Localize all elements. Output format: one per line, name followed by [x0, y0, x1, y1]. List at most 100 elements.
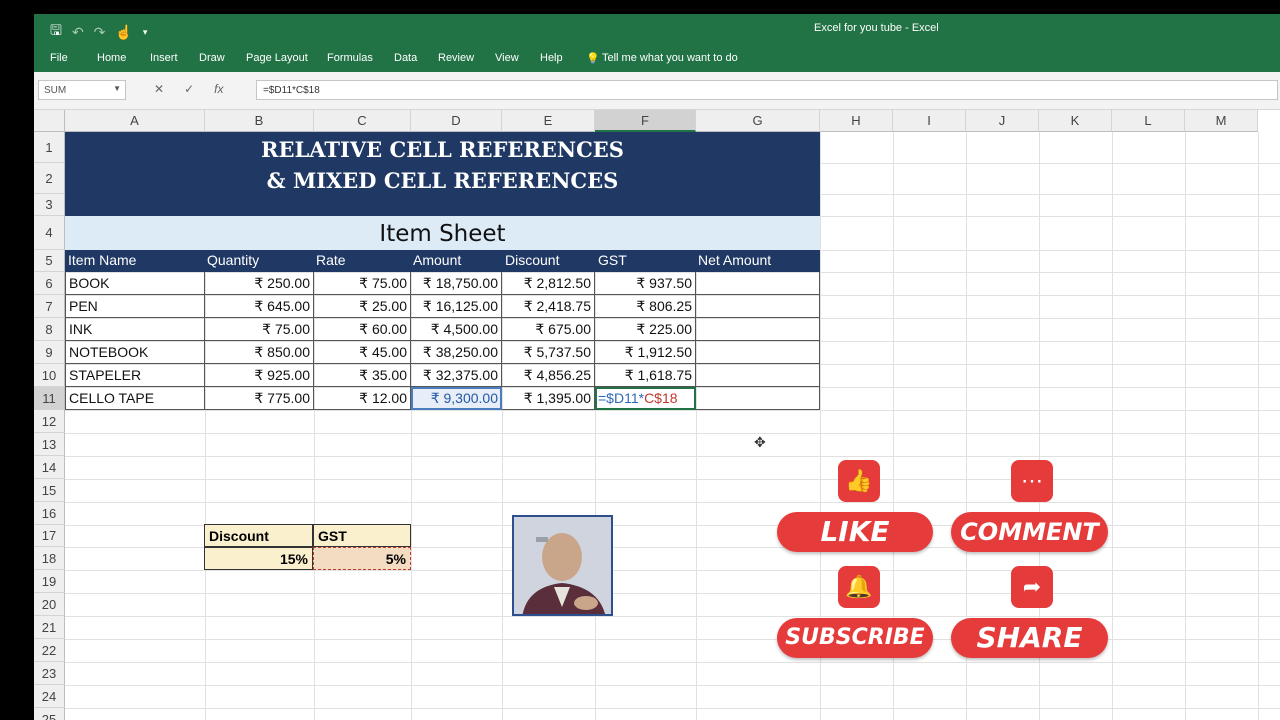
column-header-c[interactable]: C	[314, 110, 411, 132]
tab-review[interactable]: Review	[438, 52, 474, 64]
row-header-18[interactable]: 18	[34, 547, 65, 570]
cell-rate[interactable]: ₹ 75.00	[314, 272, 411, 295]
column-header-e[interactable]: E	[502, 110, 595, 132]
redo-icon[interactable]: ↷	[94, 24, 106, 41]
row-header-22[interactable]: 22	[34, 639, 65, 662]
cell-rate[interactable]: ₹ 60.00	[314, 318, 411, 341]
row-header-2[interactable]: 2	[34, 163, 65, 194]
cell-amount[interactable]: ₹ 38,250.00	[411, 341, 502, 364]
select-all-corner[interactable]	[34, 110, 65, 132]
cell-amount[interactable]: ₹ 16,125.00	[411, 295, 502, 318]
cell-net-amount[interactable]	[696, 272, 820, 295]
column-header-b[interactable]: B	[205, 110, 314, 132]
cell-rate[interactable]: ₹ 12.00	[314, 387, 411, 410]
row-header-21[interactable]: 21	[34, 616, 65, 639]
tab-home[interactable]: Home	[97, 52, 126, 64]
row-header-20[interactable]: 20	[34, 593, 65, 616]
row-header-14[interactable]: 14	[34, 456, 65, 479]
column-header-k[interactable]: K	[1039, 110, 1112, 132]
cell-discount[interactable]: ₹ 5,737.50	[502, 341, 595, 364]
chevron-down-icon[interactable]: ▼	[113, 84, 121, 93]
column-header-i[interactable]: I	[893, 110, 966, 132]
cell-quantity[interactable]: ₹ 850.00	[205, 341, 314, 364]
row-header-11[interactable]: 11	[34, 387, 65, 410]
column-header-h[interactable]: H	[820, 110, 893, 132]
cell-item-name[interactable]: PEN	[65, 295, 205, 318]
row-header-23[interactable]: 23	[34, 662, 65, 685]
cell-gst[interactable]: ₹ 806.25	[595, 295, 696, 318]
tab-insert[interactable]: Insert	[150, 52, 178, 64]
row-header-1[interactable]: 1	[34, 132, 65, 163]
comment-icon[interactable]: ⋯	[1011, 460, 1053, 502]
cell-amount[interactable]: ₹ 32,375.00	[411, 364, 502, 387]
cell-gst[interactable]: ₹ 1,618.75	[595, 364, 696, 387]
customize-qat-icon[interactable]: ▾	[143, 27, 148, 38]
cell-gst[interactable]: ₹ 937.50	[595, 272, 696, 295]
row-header-6[interactable]: 6	[34, 272, 65, 295]
like-button[interactable]: LIKE	[777, 512, 933, 552]
touch-mode-icon[interactable]: ☝	[115, 24, 132, 41]
cell-net-amount[interactable]	[696, 364, 820, 387]
row-header-4[interactable]: 4	[34, 216, 65, 250]
tab-data[interactable]: Data	[394, 52, 417, 64]
gst-label-cell[interactable]: GST	[313, 524, 411, 547]
row-header-19[interactable]: 19	[34, 570, 65, 593]
column-header-f[interactable]: F	[595, 110, 696, 132]
tab-file[interactable]: File	[50, 52, 68, 64]
cell-discount[interactable]: ₹ 2,418.75	[502, 295, 595, 318]
column-header-g[interactable]: G	[696, 110, 820, 132]
cell-quantity[interactable]: ₹ 645.00	[205, 295, 314, 318]
row-header-16[interactable]: 16	[34, 502, 65, 525]
gst-rate-cell[interactable]: 5%	[313, 547, 411, 570]
column-header-j[interactable]: J	[966, 110, 1039, 132]
tab-help[interactable]: Help	[540, 52, 563, 64]
cell-quantity[interactable]: ₹ 775.00	[205, 387, 314, 410]
row-header-12[interactable]: 12	[34, 410, 65, 433]
cell-discount[interactable]: ₹ 2,812.50	[502, 272, 595, 295]
worksheet-grid[interactable]: RELATIVE CELL REFERENCES & MIXED CELL RE…	[34, 110, 1280, 720]
cell-item-name[interactable]: STAPELER	[65, 364, 205, 387]
save-icon[interactable]: 🖫	[50, 20, 62, 44]
cell-rate[interactable]: ₹ 25.00	[314, 295, 411, 318]
cell-item-name[interactable]: NOTEBOOK	[65, 341, 205, 364]
row-header-7[interactable]: 7	[34, 295, 65, 318]
cell-discount[interactable]: ₹ 4,856.25	[502, 364, 595, 387]
cell-rate[interactable]: ₹ 45.00	[314, 341, 411, 364]
discount-label-cell[interactable]: Discount	[204, 524, 313, 547]
tell-me-search[interactable]: Tell me what you want to do	[602, 52, 738, 64]
cell-gst[interactable]: =$D11*C$18	[595, 387, 696, 410]
formula-input[interactable]: =$D11*C$18	[256, 80, 1278, 100]
cell-net-amount[interactable]	[696, 387, 820, 410]
tab-page-layout[interactable]: Page Layout	[246, 52, 308, 64]
row-header-8[interactable]: 8	[34, 318, 65, 341]
discount-rate-cell[interactable]: 15%	[204, 547, 313, 570]
tab-formulas[interactable]: Formulas	[327, 52, 373, 64]
bell-icon[interactable]: 🔔	[838, 566, 880, 608]
cell-discount[interactable]: ₹ 1,395.00	[502, 387, 595, 410]
row-header-17[interactable]: 17	[34, 525, 65, 547]
share-arrow-icon[interactable]: ➦	[1011, 566, 1053, 608]
cell-gst[interactable]: ₹ 225.00	[595, 318, 696, 341]
cell-gst[interactable]: ₹ 1,912.50	[595, 341, 696, 364]
row-header-25[interactable]: 25	[34, 708, 65, 720]
cell-discount[interactable]: ₹ 675.00	[502, 318, 595, 341]
column-header-l[interactable]: L	[1112, 110, 1185, 132]
tab-draw[interactable]: Draw	[199, 52, 225, 64]
cell-amount[interactable]: ₹ 9,300.00	[411, 387, 502, 410]
enter-icon[interactable]: ✓	[184, 82, 194, 96]
row-header-3[interactable]: 3	[34, 194, 65, 216]
tab-view[interactable]: View	[495, 52, 519, 64]
cell-rate[interactable]: ₹ 35.00	[314, 364, 411, 387]
row-header-9[interactable]: 9	[34, 341, 65, 364]
name-box[interactable]: SUM ▼	[38, 80, 126, 100]
column-header-d[interactable]: D	[411, 110, 502, 132]
cell-item-name[interactable]: BOOK	[65, 272, 205, 295]
cell-quantity[interactable]: ₹ 250.00	[205, 272, 314, 295]
row-header-15[interactable]: 15	[34, 479, 65, 502]
cell-net-amount[interactable]	[696, 295, 820, 318]
share-button[interactable]: SHARE	[951, 618, 1108, 658]
comment-button[interactable]: COMMENT	[951, 512, 1108, 552]
row-header-5[interactable]: 5	[34, 250, 65, 272]
cell-net-amount[interactable]	[696, 318, 820, 341]
cell-item-name[interactable]: INK	[65, 318, 205, 341]
